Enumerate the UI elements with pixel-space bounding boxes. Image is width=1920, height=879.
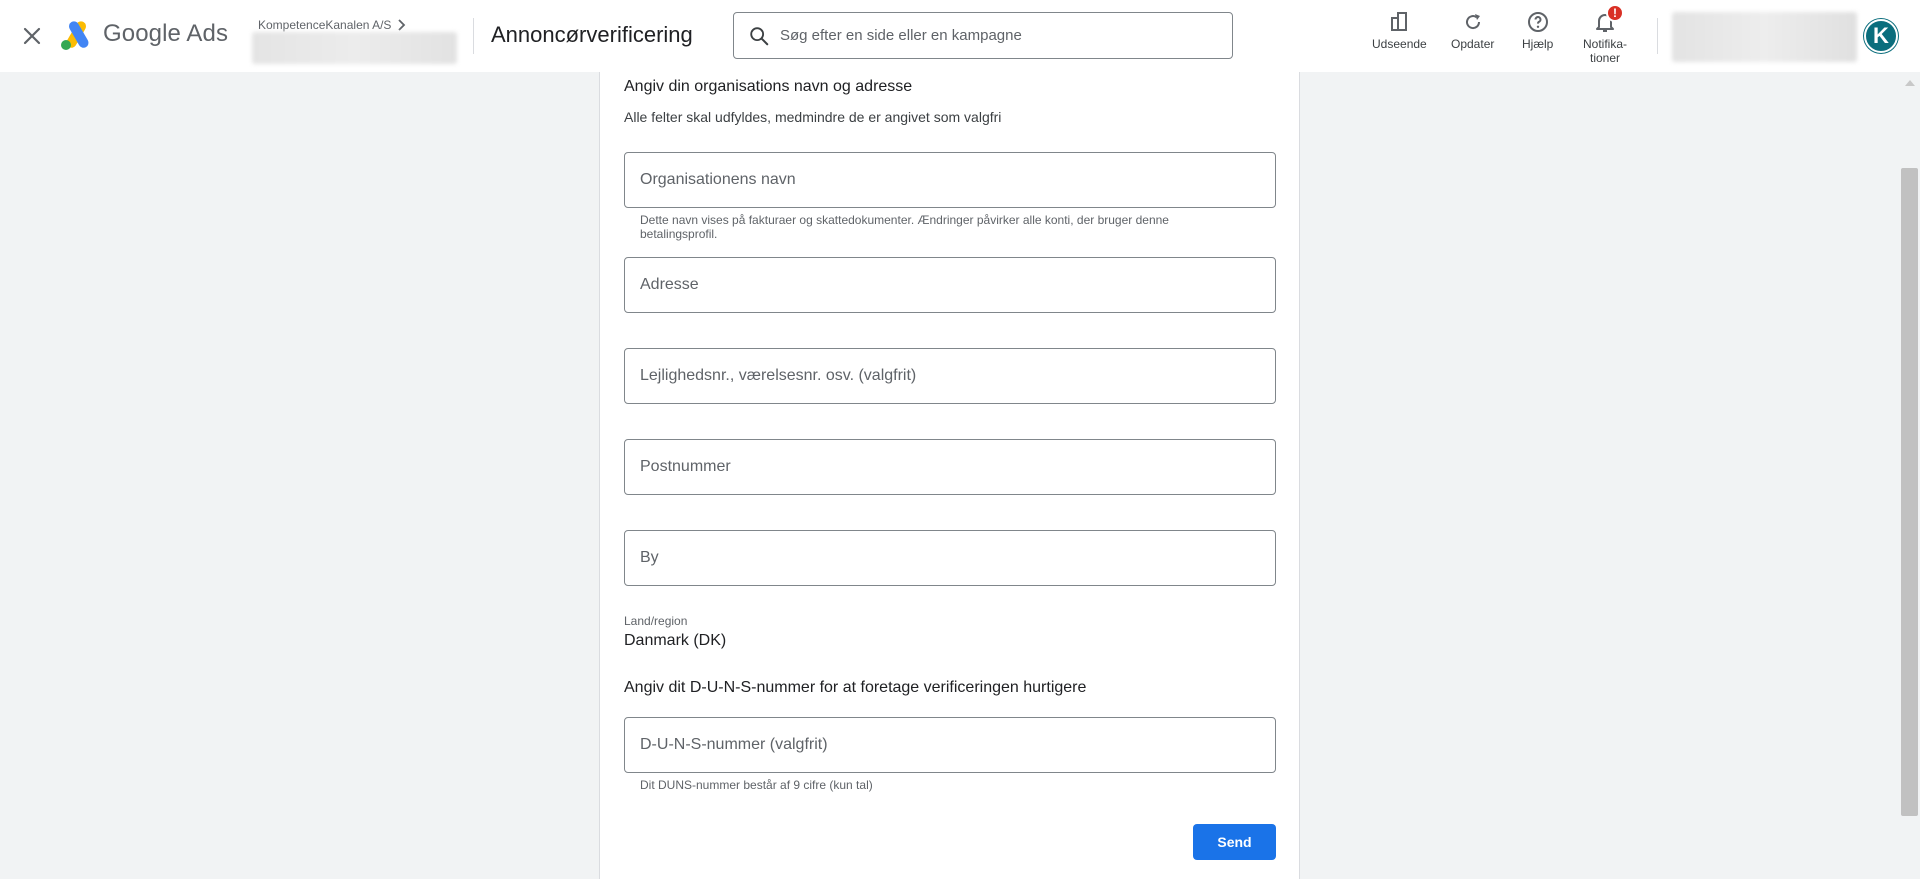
account-id-redacted	[252, 32, 457, 64]
duns-number-field[interactable]: D-U-N-S-nummer (valgfrit)	[624, 717, 1276, 773]
scroll-up-arrow-icon[interactable]	[1905, 80, 1915, 86]
appearance-label: Udseende	[1372, 37, 1427, 51]
city-placeholder: By	[640, 549, 659, 566]
refresh-icon	[1465, 14, 1480, 30]
account-name: KompetenceKanalen A/S	[258, 18, 392, 32]
refresh-label: Opdater	[1451, 37, 1495, 51]
google-ads-logo-icon	[61, 21, 89, 50]
chevron-right-icon	[398, 19, 406, 31]
notification-badge: !	[1606, 4, 1624, 22]
organization-name-field[interactable]: Organisationens navn	[624, 152, 1276, 208]
search-input[interactable]: Søg efter en side eller en kampagne	[733, 12, 1233, 59]
city-field[interactable]: By	[624, 530, 1276, 586]
search-placeholder: Søg efter en side eller en kampagne	[780, 27, 1022, 44]
duns-number-hint: Dit DUNS-nummer består af 9 cifre (kun t…	[640, 778, 873, 792]
refresh-button[interactable]: Opdater	[1451, 10, 1494, 51]
top-app-bar: Google Ads KompetenceKanalen A/S Annoncø…	[0, 0, 1920, 72]
duns-number-placeholder: D-U-N-S-nummer (valgfrit)	[640, 736, 828, 753]
appearance-button[interactable]: Udseende	[1372, 10, 1427, 51]
help-button[interactable]: Hjælp	[1522, 10, 1553, 51]
notifications-label-line2: tioner	[1589, 51, 1621, 65]
postal-code-field[interactable]: Postnummer	[624, 439, 1276, 495]
organization-name-placeholder: Organisationens navn	[640, 171, 796, 188]
country-value: Danmark (DK)	[624, 632, 727, 649]
address-placeholder: Adresse	[640, 276, 699, 293]
apartment-field[interactable]: Lejlighedsnr., værelsesnr. osv. (valgfri…	[624, 348, 1276, 404]
search-icon	[750, 26, 769, 45]
close-icon	[23, 27, 41, 45]
postal-code-placeholder: Postnummer	[640, 458, 731, 475]
send-button[interactable]: Send	[1193, 824, 1276, 860]
close-button[interactable]	[18, 22, 46, 50]
help-icon	[1527, 12, 1548, 32]
user-info-redacted	[1672, 12, 1857, 62]
scrollbar-thumb[interactable]	[1901, 168, 1918, 816]
help-label: Hjælp	[1522, 37, 1554, 51]
notifications-button[interactable]: ! Notifika- tioner	[1583, 4, 1628, 65]
section-title-duns: Angiv dit D-U-N-S-nummer for at foretage…	[624, 679, 1087, 696]
address-field[interactable]: Adresse	[624, 257, 1276, 313]
product-name: Google Ads	[103, 20, 229, 47]
section-subtitle: Alle felter skal udfyldes, medmindre de …	[624, 109, 1002, 125]
account-switcher[interactable]: KompetenceKanalen A/S	[258, 18, 409, 32]
appearance-icon	[1391, 12, 1408, 31]
section-title-organization: Angiv din organisations navn og adresse	[624, 78, 913, 95]
page-title: Annoncørverificering	[491, 22, 693, 47]
notifications-label-line1: Notifika-	[1583, 37, 1628, 51]
header-divider	[1657, 18, 1658, 54]
apartment-placeholder: Lejlighedsnr., værelsesnr. osv. (valgfri…	[640, 367, 917, 384]
header-divider	[473, 18, 474, 54]
country-label: Land/region	[624, 614, 688, 628]
organization-name-hint: Dette navn vises på fakturaer og skatted…	[640, 213, 1169, 241]
avatar[interactable]: K	[1864, 19, 1898, 53]
